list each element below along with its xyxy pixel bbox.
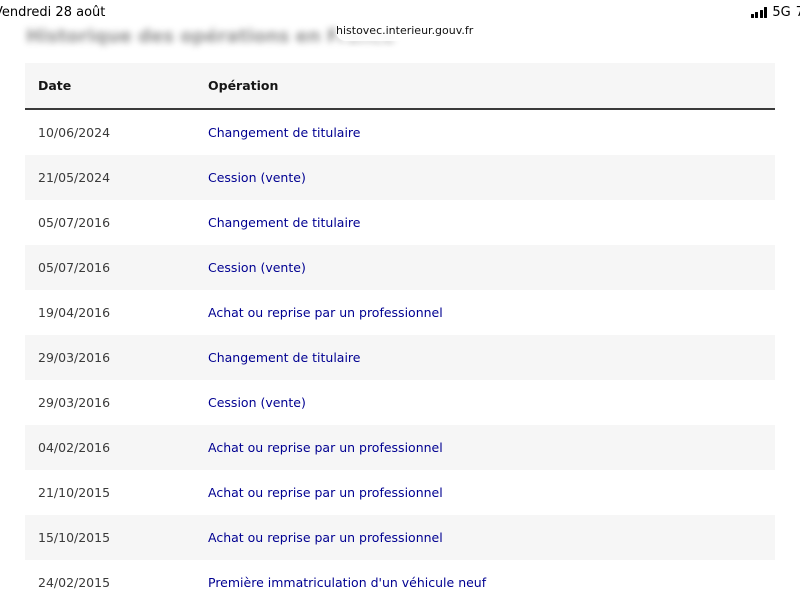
table-row: 29/03/2016 Cession (vente) [25, 380, 775, 425]
operation-name: Cession (vente) [208, 260, 306, 275]
operation-name: Achat ou reprise par un professionnel [208, 440, 443, 455]
table-row: 24/02/2015 Première immatriculation d'un … [25, 560, 775, 605]
network-type: 5G [772, 5, 791, 20]
table-body: 10/06/2024 Changement de titulaire 21/05/2… [25, 110, 775, 605]
table-row: 21/05/2024 Cession (vente) [25, 155, 775, 200]
operation-name: Achat ou reprise par un professionnel [208, 305, 443, 320]
column-header-date: Date [38, 78, 72, 93]
status-indicators: 5G 7 [750, 5, 800, 20]
operation-date: 10/06/2024 [38, 125, 111, 140]
table-header: Date Opération [25, 63, 775, 110]
operation-name: Première immatriculation d'un véhicule n… [208, 575, 487, 590]
operation-name: Changement de titulaire [208, 350, 361, 365]
table-row: 05/07/2016 Changement de titulaire [25, 200, 775, 245]
operation-date: 15/10/2015 [38, 530, 111, 545]
table-row: 21/10/2015 Achat ou reprise par un profes… [25, 470, 775, 515]
operations-table: Date Opération 10/06/2024 Changement de t… [25, 63, 775, 605]
operation-name: Cession (vente) [208, 170, 306, 185]
operation-name: Cession (vente) [208, 395, 306, 410]
operation-date: 21/05/2024 [38, 170, 111, 185]
operation-date: 29/03/2016 [38, 350, 111, 365]
status-date: Vendredi 28 août [0, 5, 106, 20]
table-row: 29/03/2016 Changement de titulaire [25, 335, 775, 380]
operation-date: 05/07/2016 [38, 260, 111, 275]
operation-date: 05/07/2016 [38, 215, 111, 230]
battery-level: 7 [795, 5, 800, 20]
table-row: 19/04/2016 Achat ou reprise par un profes… [25, 290, 775, 335]
table-row: 15/10/2015 Achat ou reprise par un profes… [25, 515, 775, 560]
operation-date: 21/10/2015 [38, 485, 111, 500]
operation-name: Achat ou reprise par un professionnel [208, 485, 443, 500]
operation-name: Changement de titulaire [208, 125, 361, 140]
browser-url-bar[interactable]: histovec.interieur.gouv.fr [336, 21, 473, 41]
table-row: 10/06/2024 Changement de titulaire [25, 110, 775, 155]
cellular-signal-icon [750, 7, 768, 18]
operation-date: 24/02/2015 [38, 575, 111, 590]
operation-name: Achat ou reprise par un professionnel [208, 530, 443, 545]
table-row: 04/02/2016 Achat ou reprise par un profes… [25, 425, 775, 470]
operation-date: 04/02/2016 [38, 440, 111, 455]
table-row: 05/07/2016 Cession (vente) [25, 245, 775, 290]
operation-name: Changement de titulaire [208, 215, 361, 230]
operation-date: 19/04/2016 [38, 305, 111, 320]
operation-date: 29/03/2016 [38, 395, 111, 410]
column-header-operation: Opération [208, 78, 279, 93]
